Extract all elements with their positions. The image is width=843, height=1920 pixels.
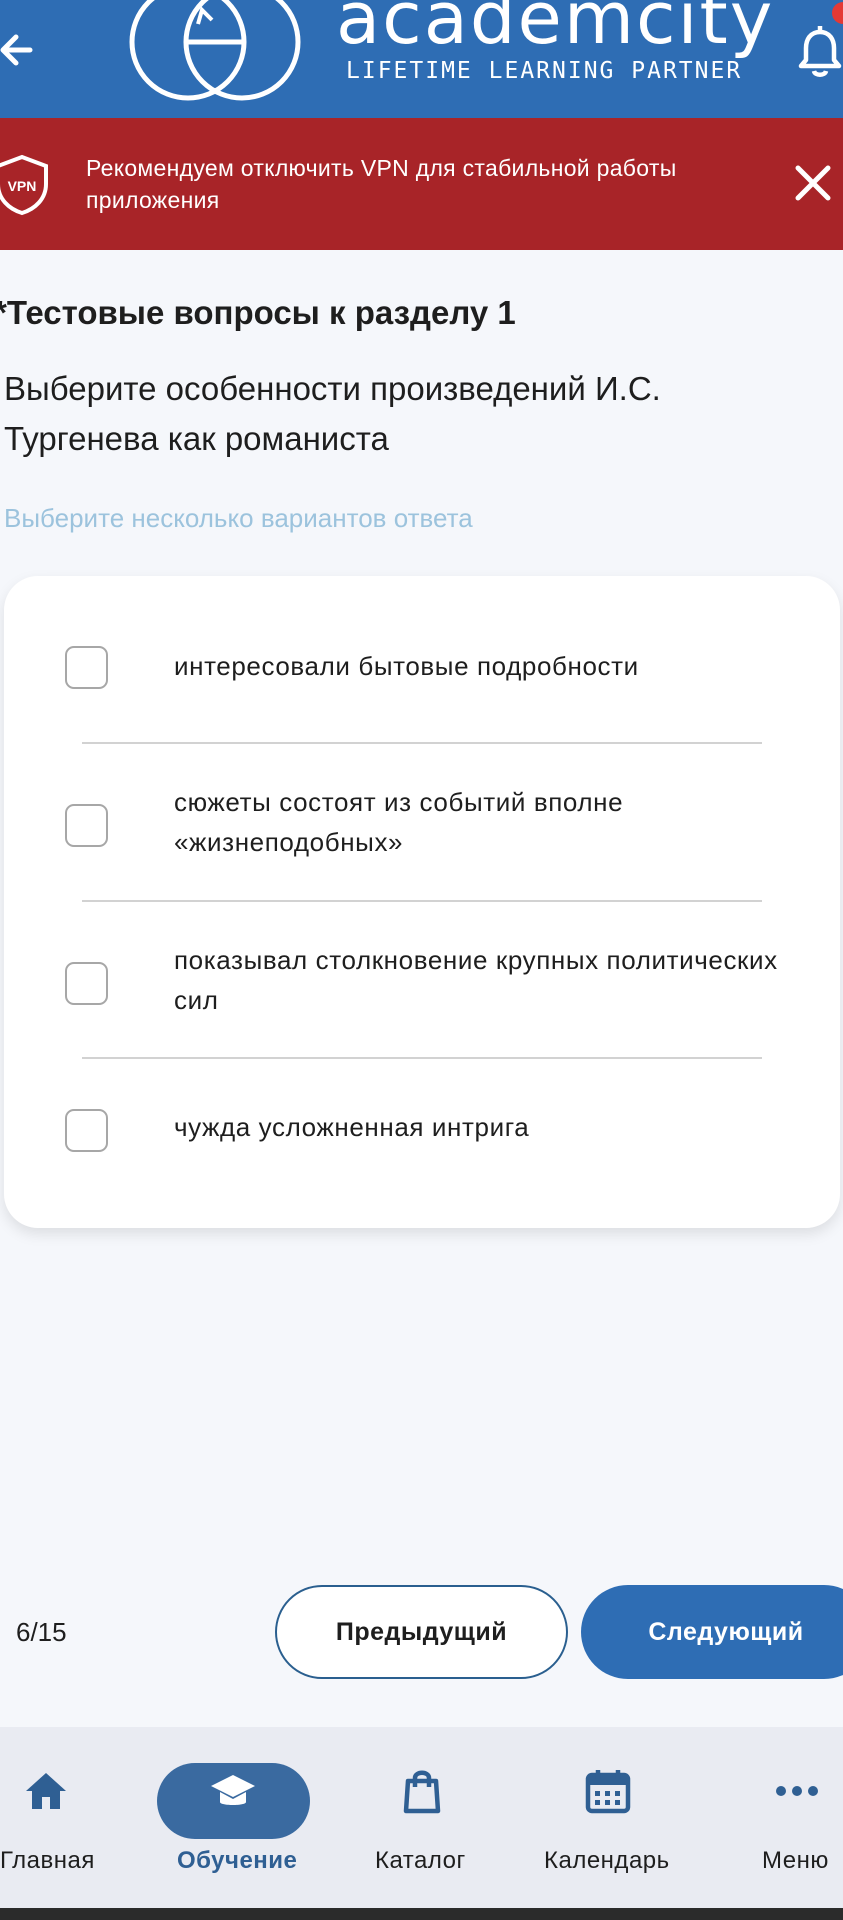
logo-tagline: LIFETIME LEARNING PARTNER <box>346 58 743 84</box>
question-text: Выберите особенности произведений И.С. Т… <box>4 370 661 457</box>
close-icon <box>795 165 831 201</box>
answer-checkbox[interactable] <box>65 962 108 1005</box>
option-divider <box>82 1057 762 1059</box>
calendar-icon <box>585 1770 631 1814</box>
more-dots-icon <box>776 1786 818 1796</box>
bell-icon <box>798 26 842 77</box>
answer-option-label: интересовали бытовые подробности <box>174 651 639 681</box>
arrow-left-icon <box>0 34 33 66</box>
option-divider <box>82 900 762 902</box>
previous-button[interactable]: Предыдущий <box>275 1585 568 1679</box>
vpn-badge-label: VPN <box>8 178 37 194</box>
graduation-cap-icon <box>211 1775 255 1805</box>
quiz-page: academcity LIFETIME LEARNING PARTNER VPN… <box>0 0 843 1920</box>
answer-option[interactable]: показывал столкновение крупных политичес… <box>4 914 840 1054</box>
answer-checkbox[interactable] <box>65 804 108 847</box>
system-home-bar <box>0 1908 843 1920</box>
logo-icon <box>129 0 301 101</box>
answer-option[interactable]: интересовали бытовые подробности <box>4 616 840 716</box>
nav-label-catalog: Каталог <box>375 1847 466 1874</box>
notification-badge <box>832 2 843 24</box>
shield-icon: VPN <box>0 154 48 216</box>
answer-options-card: интересовали бытовые подробности сюжеты … <box>4 576 840 1228</box>
section-title: *Тестовые вопросы к разделу 1 <box>0 294 516 331</box>
answer-hint: Выберите несколько вариантов ответа <box>4 503 473 533</box>
bottom-navigation: Главная Обучение Каталог Календарь Меню <box>0 1727 843 1920</box>
answer-option[interactable]: чужда усложненная интрига <box>4 1071 840 1191</box>
nav-item-calendar[interactable]: Календарь <box>540 1727 680 1897</box>
nav-item-learning[interactable]: Обучение <box>157 1727 310 1897</box>
home-icon <box>26 1773 66 1809</box>
answer-option-label: сюжеты состоят из событий вполне «жизнеп… <box>174 787 624 857</box>
nav-label-learning: Обучение <box>177 1847 298 1874</box>
shopping-bag-icon <box>403 1770 441 1814</box>
answer-checkbox[interactable] <box>65 1109 108 1152</box>
nav-label-calendar: Календарь <box>544 1847 670 1874</box>
question-counter: 6/15 <box>16 1617 67 1647</box>
nav-label-home: Главная <box>0 1847 95 1874</box>
notifications-button[interactable] <box>796 22 843 82</box>
close-banner-button[interactable] <box>790 160 836 206</box>
back-button[interactable] <box>0 18 40 82</box>
option-divider <box>82 742 762 744</box>
answer-checkbox[interactable] <box>65 646 108 689</box>
next-button[interactable]: Следующий <box>581 1585 843 1679</box>
nav-item-catalog[interactable]: Каталог <box>370 1727 475 1897</box>
answer-option-label: показывал столкновение крупных политичес… <box>174 945 778 1015</box>
nav-item-menu[interactable]: Меню <box>755 1727 843 1897</box>
logo-wordmark: academcity <box>336 0 775 60</box>
answer-option-label: чужда усложненная интрига <box>174 1112 530 1142</box>
app-header: academcity LIFETIME LEARNING PARTNER <box>0 0 843 118</box>
nav-item-home[interactable]: Главная <box>0 1727 110 1897</box>
nav-label-menu: Меню <box>762 1847 829 1874</box>
vpn-warning-banner: VPN Рекомендуем отключить VPN для стабил… <box>0 118 843 250</box>
vpn-warning-text: Рекомендуем отключить VPN для стабильной… <box>86 155 677 213</box>
answer-option[interactable]: сюжеты состоят из событий вполне «жизнеп… <box>4 756 840 896</box>
